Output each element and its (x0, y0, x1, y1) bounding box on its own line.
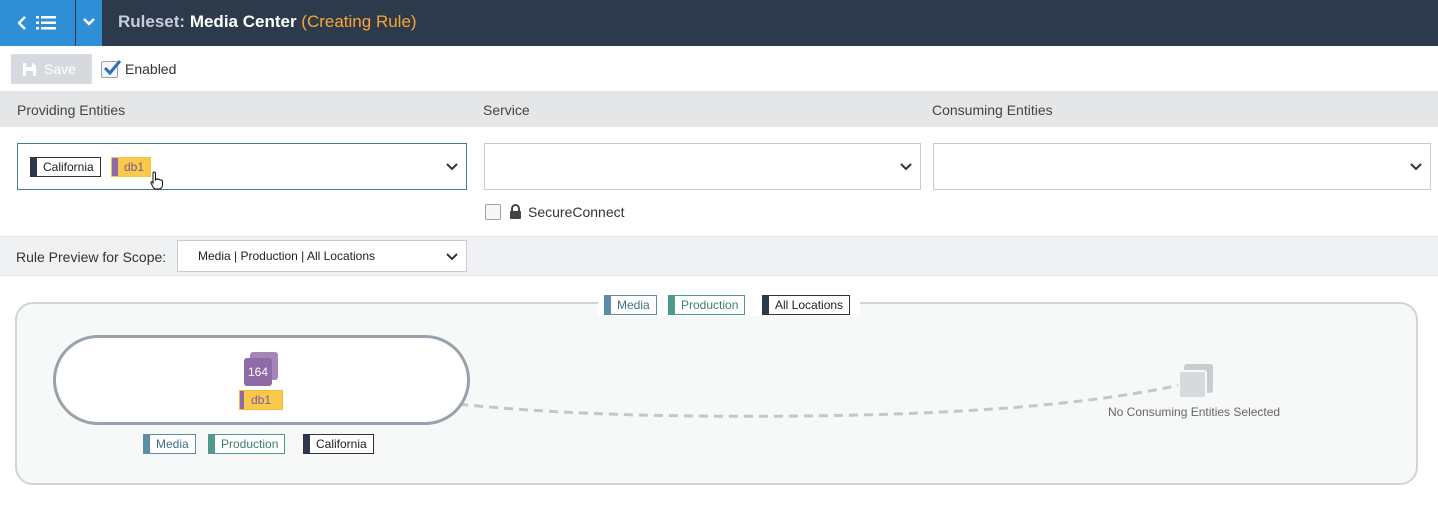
env-tag: Production (668, 295, 746, 315)
provider-label-tag: db1 (239, 390, 283, 410)
tag-text: Production (221, 437, 279, 451)
chevron-left-icon (18, 16, 26, 30)
chevron-down-icon (1410, 163, 1422, 171)
list-icon (36, 16, 56, 30)
page-title: Ruleset: Media Center (Creating Rule) (118, 12, 417, 32)
no-consuming-text: No Consuming Entities Selected (1108, 405, 1281, 419)
chevron-down-icon (900, 163, 912, 171)
nav-dropdown-button[interactable] (76, 0, 102, 46)
tag-text: Media (617, 298, 650, 312)
app-header: Ruleset: Media Center (Creating Rule) (0, 0, 1438, 46)
scope-select[interactable]: Media | Production | All Locations (177, 240, 467, 272)
consuming-entities-select[interactable] (933, 143, 1431, 190)
tag-text: Media (156, 437, 189, 451)
enabled-label: Enabled (125, 61, 177, 77)
title-name: Media Center (189, 12, 297, 31)
chevron-down-icon (83, 18, 95, 26)
service-select[interactable] (484, 143, 921, 190)
providing-entities-heading: Providing Entities (17, 102, 126, 118)
tag-text: California (316, 437, 367, 451)
provider-app-tag: Media (143, 434, 196, 454)
providing-entities-select[interactable]: California db1 (17, 143, 467, 190)
location-tag: All Locations (762, 295, 851, 315)
workload-count[interactable]: 164 (244, 358, 272, 386)
location-tag[interactable]: California (30, 157, 101, 177)
tag-text: Production (681, 298, 739, 312)
secure-connect-checkbox[interactable] (485, 204, 501, 220)
chevron-down-icon (446, 253, 458, 261)
service-heading: Service (483, 102, 530, 118)
scope-value: Media | Production | All Locations (198, 249, 375, 263)
save-button[interactable]: Save (11, 54, 92, 84)
title-prefix: Ruleset: (118, 12, 186, 31)
floppy-icon (23, 63, 36, 76)
checkmark-icon (103, 60, 121, 76)
enabled-checkbox[interactable] (101, 60, 121, 78)
nav-menu-button[interactable] (0, 0, 75, 46)
empty-consumer-icon-front (1178, 370, 1207, 399)
hand-cursor-icon (150, 171, 163, 190)
tag-text: California (43, 160, 94, 174)
app-tag: Media (604, 295, 657, 315)
column-header-band (0, 91, 1438, 127)
secure-connect-label: SecureConnect (528, 204, 625, 220)
provider-location-tag: California (303, 434, 374, 454)
title-status: (Creating Rule) (301, 12, 417, 31)
save-label: Save (44, 61, 76, 77)
consuming-entities-heading: Consuming Entities (932, 102, 1053, 118)
label-tag[interactable]: db1 (111, 157, 152, 177)
diagram-scope-tags: Media Production All Locations (598, 294, 860, 316)
lock-icon (510, 204, 521, 219)
provider-env-tag: Production (208, 434, 286, 454)
tag-text: db1 (124, 160, 145, 174)
chevron-down-icon (446, 163, 458, 171)
tag-text: All Locations (775, 298, 844, 312)
rule-preview-label: Rule Preview for Scope: (16, 249, 167, 265)
